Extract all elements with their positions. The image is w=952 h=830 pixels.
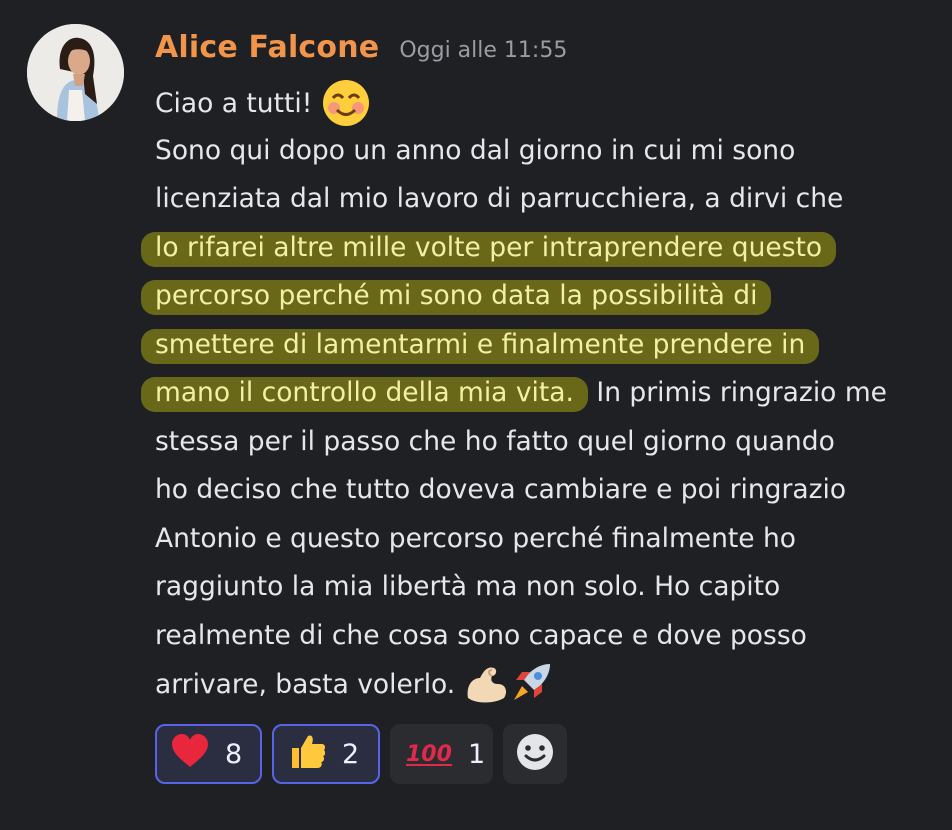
rocket-emoji bbox=[510, 660, 554, 711]
author-name[interactable]: Alice Falcone bbox=[155, 30, 379, 65]
highlighted-text: percorso perché mi sono data la possibil… bbox=[141, 280, 772, 315]
thumbs-up-icon bbox=[288, 732, 326, 777]
highlighted-text: smettere di lamentarmi e finalmente pren… bbox=[141, 328, 820, 364]
flexed-biceps-emoji bbox=[464, 660, 510, 711]
message-line: lo rifarei altre mille volte per intrapr… bbox=[141, 224, 945, 273]
message-line: raggiunto la mia libertà ma non solo. Ho… bbox=[155, 571, 781, 602]
message-line: percorso perché mi sono data la possibil… bbox=[141, 272, 945, 321]
message-body: Ciao a tutti! Sono qui dopo un anno dal … bbox=[141, 78, 945, 709]
message-line: Ciao a tutti! bbox=[155, 78, 945, 127]
reaction-hundred[interactable]: 100 1 bbox=[390, 724, 493, 784]
message-line: arrivare, basta volerlo. bbox=[155, 660, 945, 709]
avatar-photo bbox=[27, 24, 124, 121]
message-timestamp[interactable]: Oggi alle 11:55 bbox=[399, 38, 567, 63]
user-avatar[interactable] bbox=[27, 24, 124, 121]
message-line: Antonio e questo percorso perché finalme… bbox=[155, 522, 797, 554]
reactions-bar: 8 2 100 1 bbox=[155, 724, 567, 784]
reaction-thumbs-up[interactable]: 2 bbox=[272, 724, 380, 784]
reaction-count: 8 bbox=[225, 738, 243, 770]
reaction-heart[interactable]: 8 bbox=[155, 724, 262, 784]
message-line: smettere di lamentarmi e finalmente pren… bbox=[141, 321, 945, 370]
highlighted-text: mano il controllo della mia vita. bbox=[141, 377, 588, 412]
message-header: Alice Falcone Oggi alle 11:55 bbox=[155, 30, 567, 65]
message-line: realmente di che cosa sono capace e dove… bbox=[155, 619, 807, 651]
add-reaction-smiley-icon bbox=[515, 732, 555, 776]
message-line: stessa per il passo che ho fatto quel gi… bbox=[155, 425, 835, 457]
smiling-blush-emoji bbox=[321, 78, 371, 131]
message-line: Sono qui dopo un anno dal giorno in cui … bbox=[155, 134, 796, 166]
red-heart-icon bbox=[171, 733, 209, 775]
message-line: ho deciso che tutto doveva cambiare e po… bbox=[155, 474, 847, 505]
highlighted-text: lo rifarei altre mille volte per intrapr… bbox=[141, 231, 837, 267]
message-line: mano il controllo della mia vita. In pri… bbox=[141, 369, 945, 418]
add-reaction-button[interactable] bbox=[503, 724, 567, 784]
message-line: licenziata dal mio lavoro di parrucchier… bbox=[155, 183, 844, 214]
reaction-count: 1 bbox=[467, 738, 486, 770]
hundred-points-icon: 100 bbox=[406, 741, 452, 767]
reaction-count: 2 bbox=[342, 738, 360, 770]
